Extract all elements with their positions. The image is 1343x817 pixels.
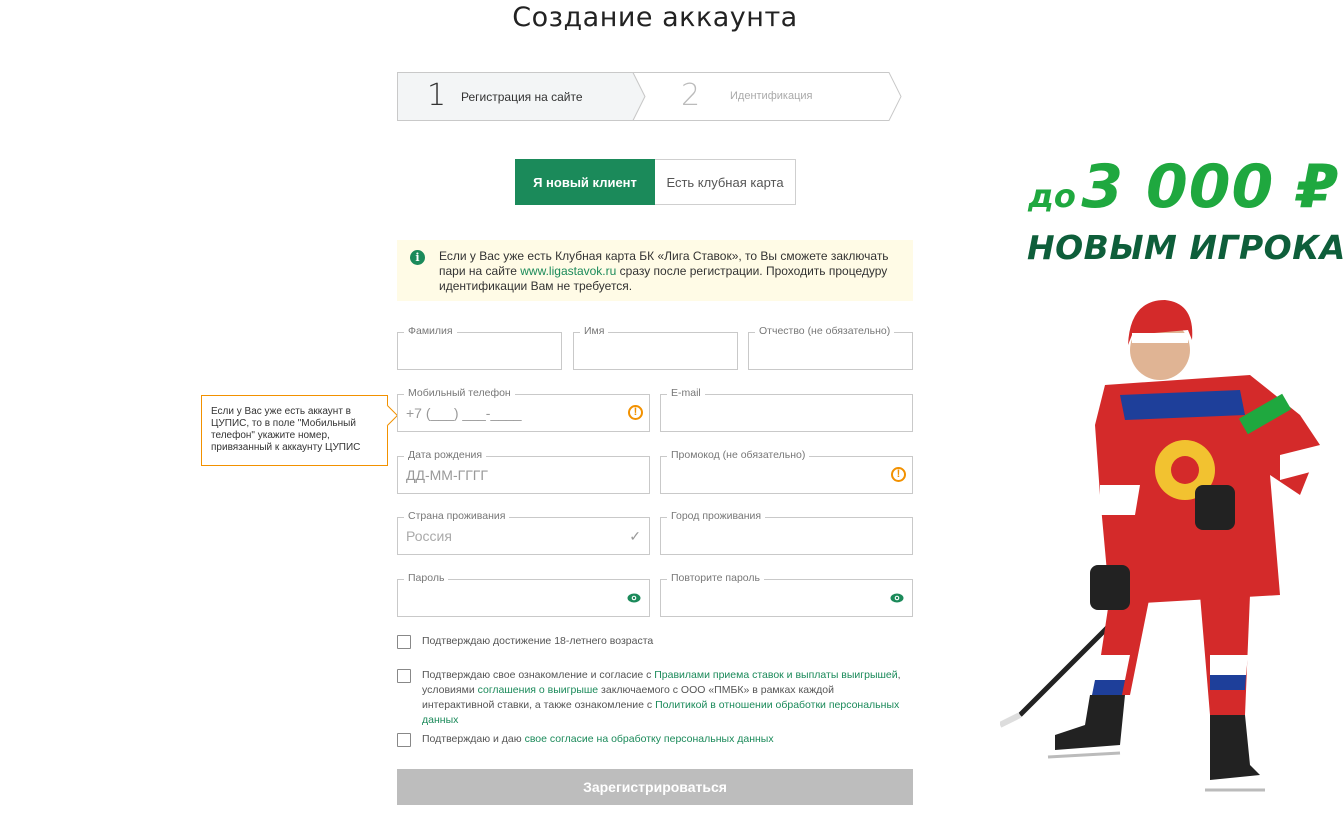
promo-code-label: Промокод (не обязательно): [667, 449, 810, 461]
city-label: Город проживания: [667, 510, 766, 522]
country-label: Страна проживания: [404, 510, 510, 522]
page-title: Создание аккаунта: [512, 2, 798, 33]
eye-icon[interactable]: [627, 592, 641, 604]
step-1-number: 1: [427, 78, 447, 113]
registration-steps: 1 Регистрация на сайте 2 Идентификация: [397, 72, 902, 121]
eye-icon[interactable]: [890, 592, 904, 604]
last-name-label: Фамилия: [404, 325, 457, 337]
promo-amount-value: 3 000 ₽: [1081, 152, 1339, 222]
personal-data-link[interactable]: свое согласие на обработку персональных …: [525, 733, 774, 745]
phone-field[interactable]: Мобильный телефон +7 (___) ___-____ !: [397, 387, 650, 432]
personal-data-checkbox[interactable]: [397, 733, 411, 747]
email-label: E-mail: [667, 387, 705, 399]
info-notice: i Если у Вас уже есть Клубная карта БК «…: [397, 240, 913, 301]
promo-prefix: до: [1028, 177, 1076, 215]
check-icon: ✓: [629, 528, 641, 544]
birth-date-placeholder: ДД-ММ-ГГГГ: [406, 467, 488, 483]
age-checkbox[interactable]: [397, 635, 411, 649]
phone-label: Мобильный телефон: [404, 387, 515, 399]
rules-text-1: Подтверждаю свое ознакомление и согласие…: [422, 669, 655, 681]
warning-icon: !: [628, 405, 643, 420]
age-consent-text: Подтверждаю достижение 18-летнего возрас…: [422, 635, 654, 647]
promo-code-field[interactable]: Промокод (не обязательно) !: [660, 449, 913, 494]
birth-date-field[interactable]: Дата рождения ДД-ММ-ГГГГ: [397, 449, 650, 494]
step-1-label: Регистрация на сайте: [461, 90, 583, 104]
personal-data-consent-text: Подтверждаю и даю свое согласие на обраб…: [422, 732, 912, 747]
warning-icon: !: [891, 467, 906, 482]
phone-placeholder: +7 (___) ___-____: [406, 405, 522, 421]
hockey-player-image: [1000, 300, 1320, 792]
site-link[interactable]: www.ligastavok.ru: [520, 264, 616, 278]
rules-checkbox[interactable]: [397, 669, 411, 683]
winnings-agreement-link[interactable]: соглашения о выигрыше: [478, 684, 599, 696]
password-field[interactable]: Пароль: [397, 572, 650, 617]
info-icon: i: [410, 250, 425, 265]
betting-rules-link[interactable]: Правилами приема ставок и выплаты выигры…: [654, 669, 897, 681]
first-name-label: Имя: [580, 325, 609, 337]
tab-new-client[interactable]: Я новый клиент: [515, 159, 655, 205]
city-field[interactable]: Город проживания: [660, 510, 913, 555]
phone-tooltip: Если у Вас уже есть аккаунт в ЦУПИС, то …: [201, 395, 399, 466]
birth-date-label: Дата рождения: [404, 449, 487, 461]
middle-name-label: Отчество (не обязательно): [755, 325, 895, 337]
country-field[interactable]: Страна проживания Россия ✓: [397, 510, 650, 555]
register-button[interactable]: Зарегистрироваться: [397, 769, 913, 805]
step-2-label: Идентификация: [730, 90, 813, 102]
promo-amount: до 3 000 ₽: [1028, 152, 1339, 222]
personal-text: Подтверждаю и даю: [422, 733, 525, 745]
password-label: Пароль: [404, 572, 449, 584]
last-name-field[interactable]: Фамилия: [397, 325, 562, 370]
country-value: Россия: [406, 528, 452, 544]
first-name-field[interactable]: Имя: [573, 325, 738, 370]
step-2-number: 2: [681, 78, 701, 113]
email-field[interactable]: E-mail: [660, 387, 913, 432]
rules-consent-text: Подтверждаю свое ознакомление и согласие…: [422, 668, 902, 728]
promo-subtitle: НОВЫМ ИГРОКАМ: [1027, 228, 1343, 267]
tab-club-card[interactable]: Есть клубная карта: [655, 159, 796, 205]
tooltip-text: Если у Вас уже есть аккаунт в ЦУПИС, то …: [211, 406, 361, 453]
middle-name-field[interactable]: Отчество (не обязательно): [748, 325, 913, 370]
password-repeat-label: Повторите пароль: [667, 572, 764, 584]
info-text: Если у Вас уже есть Клубная карта БК «Ли…: [439, 249, 909, 294]
password-repeat-field[interactable]: Повторите пароль: [660, 572, 913, 617]
